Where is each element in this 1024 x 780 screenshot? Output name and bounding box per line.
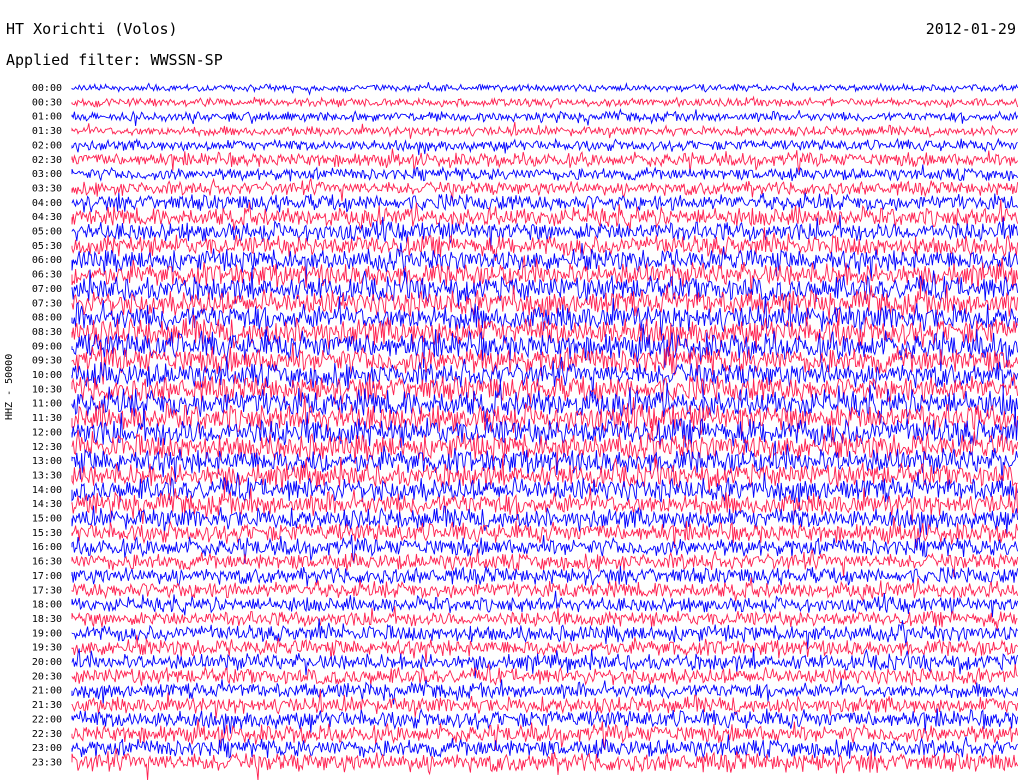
- time-tick-label: 15:30: [32, 528, 62, 539]
- time-tick-label: 12:00: [32, 427, 62, 438]
- time-tick-label: 11:30: [32, 413, 62, 424]
- time-tick-label: 00:00: [32, 83, 62, 94]
- time-tick-label: 06:30: [32, 270, 62, 281]
- trace-row: [71, 748, 1019, 780]
- time-tick-label: 22:00: [32, 714, 62, 725]
- time-tick-label: 05:30: [32, 241, 62, 252]
- time-tick-label: 07:00: [32, 284, 62, 295]
- trace-row: [71, 108, 1019, 126]
- seismogram-plot: 00:00 00:30 01:00 01:30 02:00 02:30 03:00 03:30…: [32, 82, 1019, 780]
- time-tick-label: 02:30: [32, 155, 62, 166]
- time-tick-label: 06:00: [32, 255, 62, 266]
- time-tick-label: 09:00: [32, 341, 62, 352]
- trace-row: [71, 678, 1019, 705]
- time-tick-label: 04:00: [32, 198, 62, 209]
- trace-row: [71, 373, 1019, 405]
- time-tick-label: 12:30: [32, 442, 62, 453]
- trace-row: [71, 590, 1019, 618]
- time-tick-label: 18:00: [32, 600, 62, 611]
- time-tick-label: 08:30: [32, 327, 62, 338]
- trace-row: [71, 534, 1019, 564]
- time-tick-label: 11:00: [32, 399, 62, 410]
- time-tick-label: 10:00: [32, 370, 62, 381]
- time-tick-label: 01:00: [32, 112, 62, 123]
- time-tick-label: 16:30: [32, 557, 62, 568]
- time-tick-label: 14:00: [32, 485, 62, 496]
- trace-row: [71, 148, 1018, 173]
- time-tick-label: 17:00: [32, 571, 62, 582]
- time-tick-label: 00:30: [32, 97, 62, 108]
- trace-row: [71, 663, 1018, 687]
- time-tick-label: 20:00: [32, 657, 62, 668]
- time-tick-label: 17:30: [32, 585, 62, 596]
- trace-row: [71, 440, 1019, 484]
- time-tick-label: 13:00: [32, 456, 62, 467]
- trace-row: [71, 95, 1019, 110]
- time-tick-label: 23:00: [32, 743, 62, 754]
- trace-row: [71, 565, 1019, 587]
- time-tick-label: 19:00: [32, 628, 62, 639]
- time-tick-label: 21:30: [32, 700, 62, 711]
- trace-row: [71, 192, 1018, 213]
- time-tick-label: 04:30: [32, 212, 62, 223]
- time-tick-label: 02:00: [32, 140, 62, 151]
- trace-row: [71, 137, 1018, 156]
- time-tick-label: 23:30: [32, 757, 62, 768]
- trace-group: [71, 82, 1019, 780]
- time-tick-label: 19:30: [32, 643, 62, 654]
- time-tick-label: 03:00: [32, 169, 62, 180]
- time-tick-label: 20:30: [32, 671, 62, 682]
- time-tick-labels: 00:00 00:30 01:00 01:30 02:00 02:30 03:00 03:30…: [32, 83, 62, 768]
- time-tick-label: 05:00: [32, 227, 62, 238]
- time-tick-label: 03:30: [32, 183, 62, 194]
- time-tick-label: 09:30: [32, 356, 62, 367]
- time-tick-label: 10:30: [32, 384, 62, 395]
- time-tick-label: 18:30: [32, 614, 62, 625]
- time-tick-label: 13:30: [32, 470, 62, 481]
- time-tick-label: 15:00: [32, 514, 62, 525]
- trace-row: [71, 121, 1018, 139]
- trace-row: [71, 577, 1019, 603]
- time-tick-label: 16:00: [32, 542, 62, 553]
- time-tick-label: 01:30: [32, 126, 62, 137]
- time-tick-label: 14:30: [32, 499, 62, 510]
- time-tick-label: 07:30: [32, 298, 62, 309]
- trace-row: [71, 82, 1019, 96]
- time-tick-label: 22:30: [32, 729, 62, 740]
- time-tick-label: 08:00: [32, 313, 62, 324]
- time-tick-label: 21:00: [32, 686, 62, 697]
